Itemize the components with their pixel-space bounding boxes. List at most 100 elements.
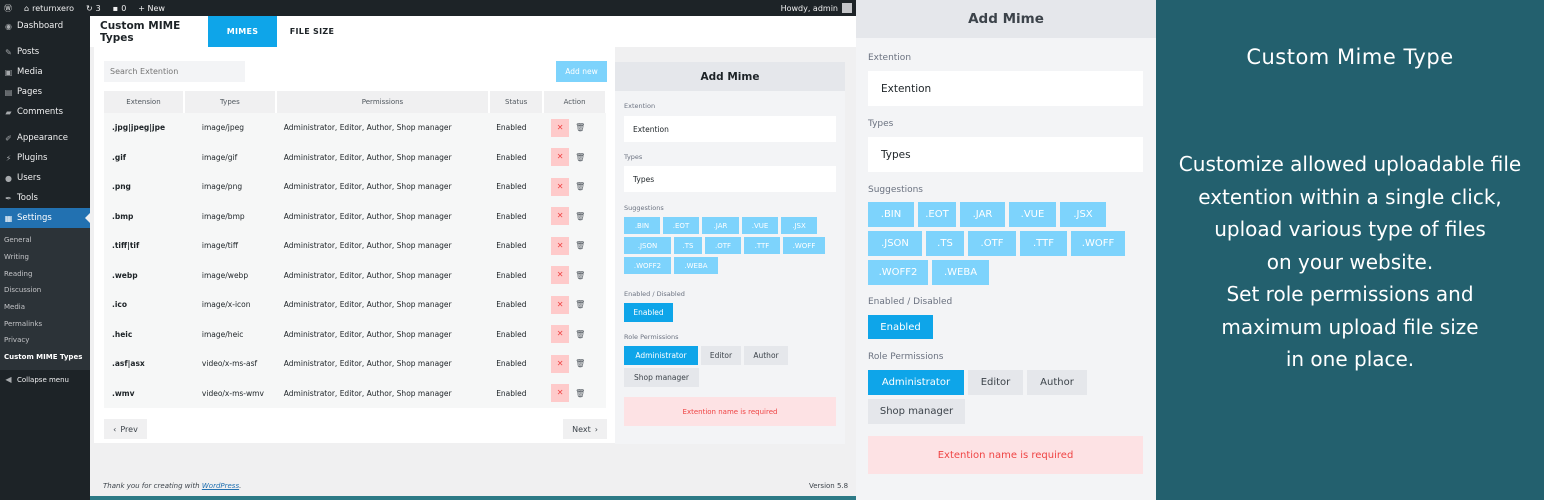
trash-icon[interactable]: 🗑 — [575, 389, 585, 398]
suggestion-chip[interactable]: .JSON — [624, 237, 671, 254]
trash-icon[interactable]: 🗑 — [575, 123, 585, 132]
trash-icon[interactable]: 🗑 — [575, 212, 585, 221]
suggestion-chip[interactable]: .VUE — [1009, 202, 1056, 227]
role-button-administrator[interactable]: Administrator — [624, 346, 698, 365]
suggestion-chip[interactable]: .WEBA — [932, 260, 989, 285]
trash-icon[interactable]: 🗑 — [575, 241, 585, 250]
sidebar-item-posts[interactable]: ✎ Posts — [0, 42, 90, 62]
submenu-item-custom-mime-types[interactable]: Custom MIME Types — [0, 349, 90, 366]
types-input-large[interactable]: Types — [868, 137, 1143, 172]
add-new-button[interactable]: Add new — [556, 61, 607, 82]
disable-button[interactable]: ✕ — [551, 148, 570, 167]
sidebar-item-appearance[interactable]: ✐ Appearance — [0, 128, 90, 148]
cell-status: Enabled — [489, 378, 544, 408]
extention-input[interactable]: Extention — [624, 116, 836, 142]
disable-button[interactable]: ✕ — [551, 354, 570, 373]
tab-mimes[interactable]: MIMES — [208, 16, 277, 47]
sidebar-item-plugins[interactable]: ⚡ Plugins — [0, 148, 90, 168]
suggestion-chip[interactable]: .BIN — [624, 217, 660, 234]
suggestion-chip[interactable]: .JSX — [781, 217, 817, 234]
trash-icon[interactable]: 🗑 — [575, 359, 585, 368]
role-button-author[interactable]: Author — [744, 346, 788, 365]
suggestion-chip[interactable]: .BIN — [868, 202, 914, 227]
next-page-button[interactable]: Next › — [563, 419, 607, 439]
disable-button[interactable]: ✕ — [551, 177, 570, 196]
extention-input-large[interactable]: Extention — [868, 71, 1143, 106]
suggestion-chip[interactable]: .WOFF — [783, 237, 825, 254]
new-content-link[interactable]: + New — [138, 4, 165, 13]
cell-permissions: Administrator, Editor, Author, Shop mana… — [275, 172, 490, 202]
role-button-editor[interactable]: Editor — [701, 346, 741, 365]
role-button-shop-manager[interactable]: Shop manager — [868, 399, 965, 424]
suggestion-chip[interactable]: .TTF — [744, 237, 780, 254]
suggestion-chip[interactable]: .TTF — [1020, 231, 1067, 256]
cell-extension: .bmp — [104, 201, 184, 231]
suggestion-chip[interactable]: .JSX — [1060, 202, 1106, 227]
promo-line: maximum upload file size — [1221, 314, 1479, 339]
column-header-action: Action — [543, 91, 607, 113]
suggestion-chip[interactable]: .EOT — [663, 217, 699, 234]
promo-description: Customize allowed uploadable file extent… — [1156, 148, 1544, 376]
trash-icon[interactable]: 🗑 — [575, 153, 585, 162]
submenu-item-media[interactable]: Media — [0, 299, 90, 316]
role-button-editor[interactable]: Editor — [968, 370, 1023, 395]
wordpress-link[interactable]: WordPress — [202, 482, 239, 490]
suggestion-chip[interactable]: .WEBA — [674, 257, 718, 274]
collapse-menu-button[interactable]: ◀ Collapse menu — [0, 370, 90, 390]
updates-link[interactable]: ↻ 3 — [86, 4, 101, 13]
trash-icon[interactable]: 🗑 — [575, 182, 585, 191]
suggestion-chip[interactable]: .VUE — [742, 217, 778, 234]
sidebar-item-dashboard[interactable]: ◉ Dashboard — [0, 16, 90, 36]
suggestion-chip[interactable]: .JSON — [868, 231, 922, 256]
disable-button[interactable]: ✕ — [551, 266, 570, 285]
prev-page-button[interactable]: ‹ Prev — [104, 419, 147, 439]
enabled-toggle-large[interactable]: Enabled — [868, 315, 933, 339]
suggestion-chip[interactable]: .EOT — [918, 202, 956, 227]
suggestion-chip[interactable]: .WOFF2 — [868, 260, 928, 285]
suggestion-chip[interactable]: .OTF — [705, 237, 741, 254]
suggestion-chip[interactable]: .JAR — [960, 202, 1005, 227]
disable-button[interactable]: ✕ — [551, 325, 570, 344]
comments-link[interactable]: ▪ 0 — [113, 4, 127, 13]
disable-button[interactable]: ✕ — [551, 295, 570, 314]
cell-action: ✕ 🗑 — [543, 113, 606, 143]
sidebar-item-comments[interactable]: ▰ Comments — [0, 102, 90, 122]
disable-button[interactable]: ✕ — [551, 207, 570, 226]
cell-extension: .png — [104, 172, 184, 202]
sidebar-item-tools[interactable]: ✒ Tools — [0, 188, 90, 208]
submenu-item-reading[interactable]: Reading — [0, 265, 90, 282]
suggestion-chip[interactable]: .OTF — [968, 231, 1016, 256]
suggestion-chip[interactable]: .TS — [926, 231, 964, 256]
trash-icon[interactable]: 🗑 — [575, 271, 585, 280]
suggestion-chip[interactable]: .WOFF — [1071, 231, 1125, 256]
enabled-toggle[interactable]: Enabled — [624, 303, 673, 322]
sidebar-item-media[interactable]: ▣ Media — [0, 62, 90, 82]
tab-file-size[interactable]: FILE SIZE — [277, 16, 347, 47]
disable-button[interactable]: ✕ — [551, 384, 570, 403]
submenu-item-writing[interactable]: Writing — [0, 249, 90, 266]
suggestion-chip[interactable]: .TS — [674, 237, 702, 254]
role-button-author[interactable]: Author — [1027, 370, 1087, 395]
search-input[interactable] — [104, 61, 245, 82]
site-name-link[interactable]: ⌂ returnxero — [24, 4, 74, 13]
disable-button[interactable]: ✕ — [551, 118, 570, 137]
suggestion-chip[interactable]: .WOFF2 — [624, 257, 671, 274]
submenu-item-permalinks[interactable]: Permalinks — [0, 315, 90, 332]
submenu-item-discussion[interactable]: Discussion — [0, 282, 90, 299]
types-input[interactable]: Types — [624, 166, 836, 192]
trash-icon[interactable]: 🗑 — [575, 300, 585, 309]
cell-extension: .ico — [104, 290, 184, 320]
role-button-shop-manager[interactable]: Shop manager — [624, 368, 699, 387]
role-button-administrator[interactable]: Administrator — [868, 370, 964, 395]
submenu-item-privacy[interactable]: Privacy — [0, 332, 90, 349]
sidebar-item-pages[interactable]: ▤ Pages — [0, 82, 90, 102]
account-menu[interactable]: Howdy, admin — [781, 3, 852, 13]
suggestion-chip[interactable]: .JAR — [702, 217, 739, 234]
sidebar-item-users[interactable]: ● Users — [0, 168, 90, 188]
wordpress-logo-icon[interactable]: Ⓦ — [4, 3, 12, 14]
sidebar-item-settings[interactable]: ▦ Settings — [0, 208, 90, 228]
column-header-extension: Extension — [104, 91, 185, 113]
disable-button[interactable]: ✕ — [551, 236, 570, 255]
submenu-item-general[interactable]: General — [0, 232, 90, 249]
trash-icon[interactable]: 🗑 — [575, 330, 585, 339]
